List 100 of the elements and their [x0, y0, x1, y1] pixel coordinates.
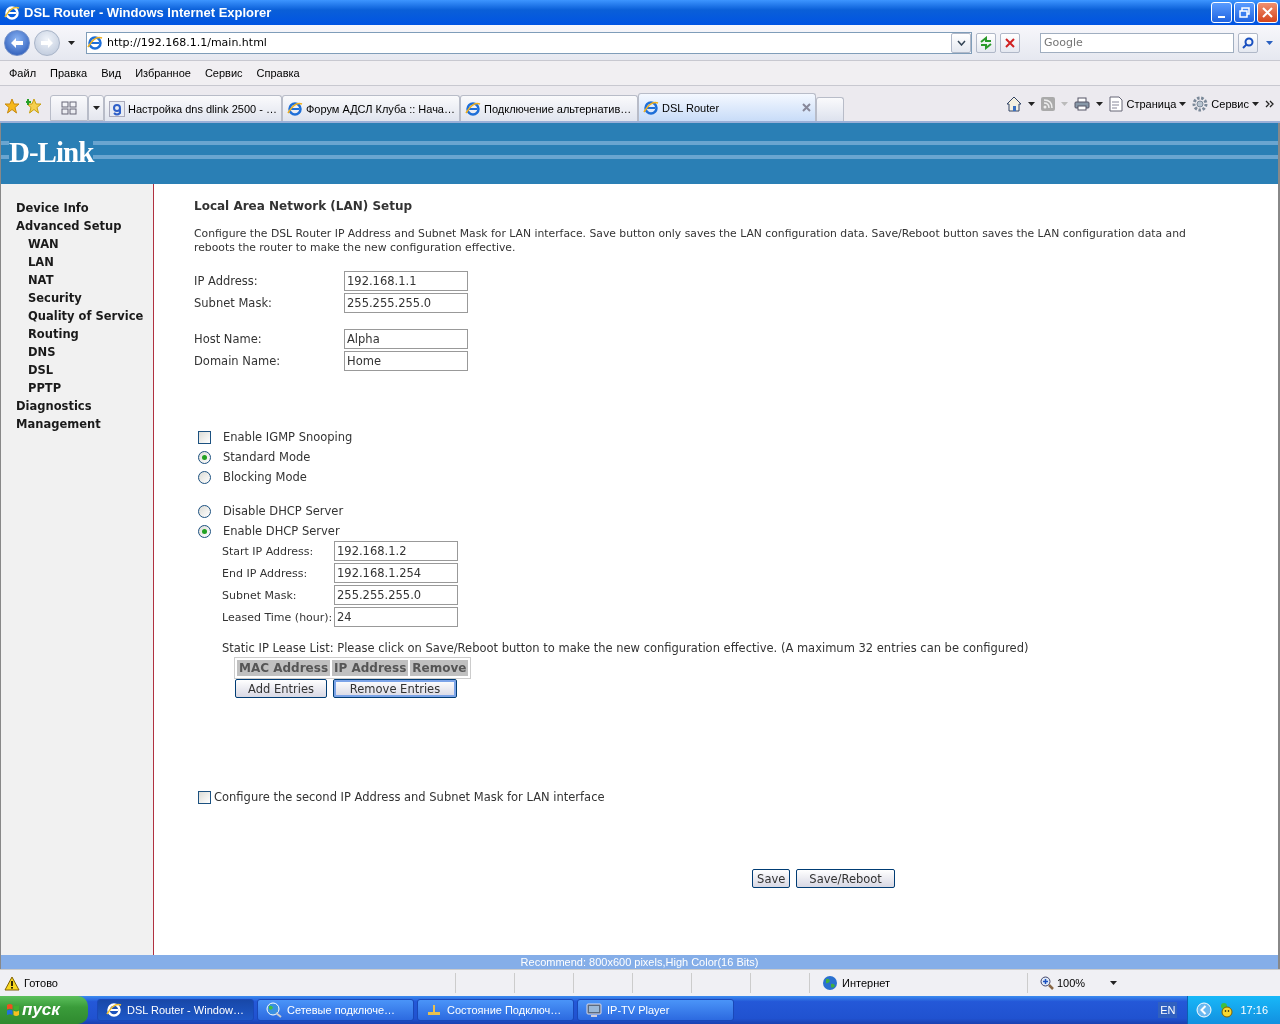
menu-item[interactable]: Справка — [251, 67, 305, 79]
menu-item[interactable]: Файл — [4, 67, 42, 79]
nav-link[interactable]: LAN — [1, 253, 153, 271]
input-field[interactable]: Home — [344, 351, 468, 371]
page-menu[interactable]: Страница — [1109, 95, 1187, 112]
caret-icon[interactable] — [67, 40, 75, 45]
footer-note: Recommend: 800x600 pixels,High Color(16 Bits) — [1, 955, 1278, 969]
radio-button[interactable] — [198, 470, 211, 484]
address-bar[interactable]: http://192.168.1.1/main.html — [86, 31, 972, 54]
radio-button[interactable] — [198, 524, 211, 538]
nav-link[interactable]: Quality of Service — [1, 307, 153, 325]
option-label: Enable IGMP Snooping — [223, 430, 353, 444]
menu-item[interactable]: Правка — [45, 67, 93, 79]
taskbar-button[interactable]: Состояние Подключ… — [417, 999, 574, 1021]
caret-icon — [1252, 101, 1259, 106]
nav-link[interactable]: Security — [1, 289, 153, 307]
print-icon[interactable] — [1074, 96, 1091, 111]
grid-icon — [61, 101, 77, 115]
back-button[interactable] — [4, 29, 30, 56]
page-title: Local Area Network (LAN) Setup — [194, 199, 414, 215]
field-label: IP Address: — [194, 274, 259, 288]
address-field[interactable]: http://192.168.1.1/main.html — [103, 36, 951, 49]
caret-icon[interactable] — [1096, 101, 1104, 106]
input-field[interactable]: 24 — [334, 607, 458, 627]
menu-item[interactable]: Сервис — [199, 67, 248, 79]
nav-link[interactable]: Advanced Setup — [1, 217, 153, 235]
nav-link[interactable]: DNS — [1, 343, 153, 361]
tab-list-button[interactable] — [88, 95, 104, 121]
tray-expand-icon[interactable] — [1196, 1002, 1213, 1018]
search-button[interactable] — [1238, 32, 1258, 53]
browser-tab[interactable]: Настройка dns dlink 2500 - … — [104, 95, 282, 121]
save-button[interactable]: Save — [752, 869, 791, 888]
nav-link[interactable]: Diagnostics — [1, 397, 153, 415]
checkbox[interactable] — [198, 430, 211, 444]
input-field[interactable]: Alpha — [344, 329, 468, 349]
taskbar-button[interactable]: DSL Router - Window… — [97, 999, 254, 1021]
description-text: Configure the DSL Router IP Address and Subnet Mask for LAN interface. Save button only saves the LAN configuration data. Save/Reboot button saves the LAN configuration data and reboots the router to make the new configuration effective. — [194, 227, 1187, 255]
input-field[interactable]: 192.168.1.1 — [344, 271, 468, 291]
browser-tab[interactable]: Подключение альтернатив… — [460, 95, 638, 121]
favorites-star-icon[interactable] — [4, 98, 20, 114]
nav-link[interactable]: Device Info — [1, 199, 153, 217]
input-field[interactable]: 192.168.1.254 — [334, 563, 458, 583]
taskbar-button[interactable]: Сетевые подключе… — [257, 999, 414, 1021]
save-reboot-button[interactable]: Save/Reboot — [796, 869, 895, 888]
input-field[interactable]: 192.168.1.2 — [334, 541, 458, 561]
chevron-more-icon[interactable] — [1265, 99, 1274, 108]
field-label: Subnet Mask: — [222, 588, 298, 602]
nav-link[interactable]: WAN — [1, 235, 153, 253]
lease-note: Static IP Lease List: Please click on Save/Reboot button to make the new configuration effective. (A maximum 32 entries can be configured) — [222, 641, 1030, 655]
address-dropdown[interactable] — [951, 32, 971, 53]
nav-link[interactable]: Routing — [1, 325, 153, 343]
ie-icon — [287, 100, 303, 117]
windows-flag-icon — [6, 1003, 20, 1017]
messenger-icon[interactable] — [1218, 1001, 1235, 1019]
radio-button[interactable] — [198, 504, 211, 518]
option-label: Configure the second IP Address and Subnet Mask for LAN interface — [214, 790, 605, 804]
network-globe-icon — [266, 1002, 282, 1018]
refresh-button[interactable] — [976, 32, 996, 53]
tools-menu[interactable]: Сервис — [1192, 95, 1259, 112]
chevron-icon — [956, 39, 966, 46]
language-indicator[interactable]: EN — [1158, 1002, 1178, 1018]
start-button[interactable]: пуск — [0, 996, 88, 1024]
checkbox[interactable] — [198, 790, 211, 804]
search-icon — [1242, 36, 1254, 49]
input-field[interactable]: 255.255.255.0 — [334, 585, 458, 605]
nav-link[interactable]: DSL — [1, 361, 153, 379]
search-field[interactable]: Google — [1040, 32, 1234, 53]
radio-button[interactable] — [198, 450, 211, 464]
option-label: Enable DHCP Server — [223, 524, 340, 538]
menu-item[interactable]: Избранное — [130, 67, 196, 79]
status-text: Готово — [24, 977, 58, 989]
close-tab-icon[interactable] — [802, 103, 811, 112]
restore-button[interactable] — [1234, 2, 1255, 23]
stop-button[interactable] — [1000, 32, 1020, 53]
entries-button[interactable]: Remove Entries — [333, 679, 457, 698]
field-label: Leased Time (hour): — [222, 610, 334, 624]
home-icon[interactable] — [1006, 95, 1023, 112]
nav-link[interactable]: NAT — [1, 271, 153, 289]
page-icon — [1109, 95, 1124, 112]
gear-icon — [1192, 95, 1209, 112]
zoom-control[interactable]: 100% — [1027, 973, 1120, 993]
caret-icon[interactable] — [92, 106, 100, 110]
column-header: Remove — [410, 660, 469, 676]
ie-icon — [106, 1002, 122, 1018]
add-favorite-icon[interactable] — [26, 98, 42, 114]
nav-link[interactable]: Management — [1, 415, 153, 433]
browser-tab[interactable]: Форум АДСЛ Клуба :: Нача… — [282, 95, 460, 121]
caret-icon[interactable] — [1028, 101, 1036, 106]
security-zone: Интернет — [842, 977, 890, 989]
warning-icon — [4, 975, 20, 991]
close-button[interactable] — [1257, 2, 1278, 23]
minimize-button[interactable] — [1211, 2, 1232, 23]
input-field[interactable]: 255.255.255.0 — [344, 293, 468, 313]
browser-tab[interactable]: DSL Router — [638, 93, 816, 121]
menu-item[interactable]: Вид — [96, 67, 127, 79]
taskbar-button[interactable]: IP-TV Player — [577, 999, 734, 1021]
field-label: End IP Address: — [222, 566, 309, 580]
nav-link[interactable]: PPTP — [1, 379, 153, 397]
entries-button[interactable]: Add Entries — [235, 679, 327, 698]
caret-icon[interactable] — [1110, 981, 1118, 985]
